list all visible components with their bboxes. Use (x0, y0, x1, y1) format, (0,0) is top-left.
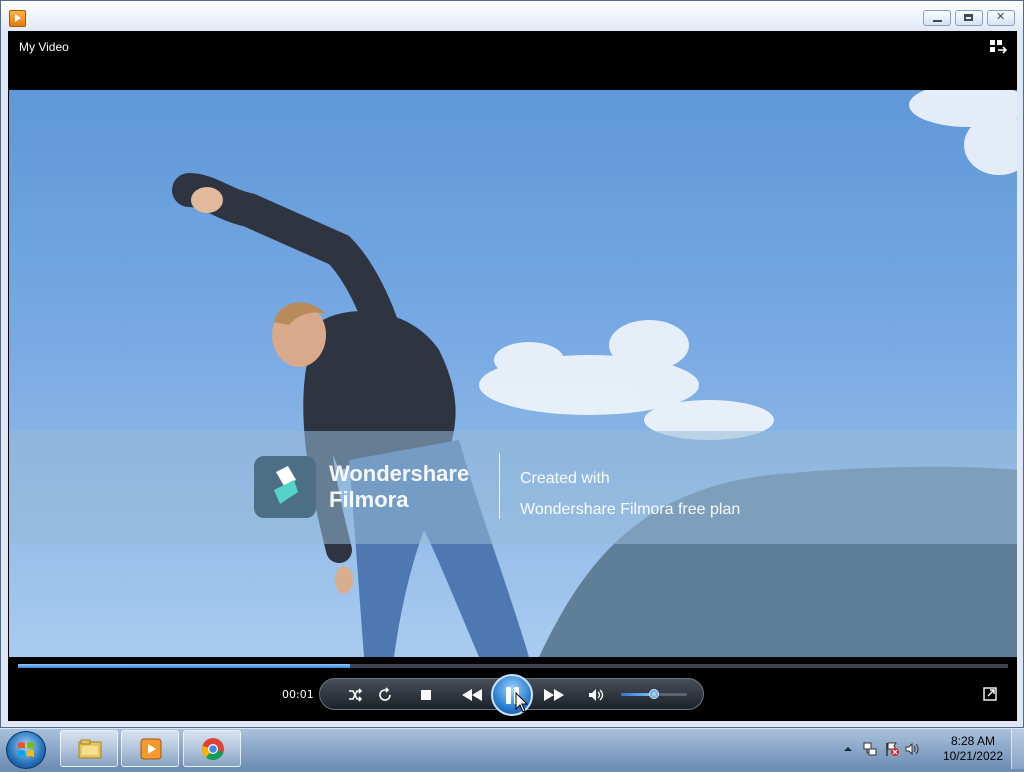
window-buttons (923, 10, 1015, 26)
minimize-button[interactable] (923, 10, 951, 26)
taskbar-clock[interactable]: 8:28 AM 10/21/2022 (943, 734, 1003, 764)
action-center-flag-icon[interactable] (884, 741, 900, 757)
show-hidden-icons-icon[interactable] (840, 741, 856, 757)
taskbar: 8:28 AM 10/21/2022 (0, 728, 1024, 769)
volume-slider[interactable] (621, 689, 687, 699)
windows-logo-icon (18, 742, 34, 757)
media-player-icon (140, 738, 162, 760)
watermark-created-with: Created with Wondershare Filmora free pl… (520, 463, 740, 525)
volume-icon[interactable] (587, 686, 605, 704)
repeat-icon[interactable] (376, 686, 394, 704)
fullscreen-icon[interactable] (983, 687, 997, 701)
seek-bar[interactable] (18, 664, 1008, 668)
show-desktop-button[interactable] (1011, 729, 1024, 769)
title-bar[interactable] (1, 1, 1023, 31)
clock-time: 8:28 AM (950, 734, 995, 748)
video-title: My Video (19, 40, 69, 54)
previous-icon[interactable] (460, 686, 484, 704)
speaker-icon[interactable] (904, 741, 920, 757)
shuffle-icon[interactable] (346, 686, 364, 704)
brand-line-2: Filmora (329, 487, 409, 512)
taskbar-explorer-button[interactable] (60, 730, 118, 767)
mouse-cursor-icon (515, 692, 529, 713)
folder-icon (78, 739, 102, 759)
player-area: My Video Wondershare Filmora Created wit… (8, 31, 1017, 721)
close-button[interactable] (987, 10, 1015, 26)
video-frame[interactable]: Wondershare Filmora Created with Wonders… (9, 90, 1017, 657)
created-line-2: Wondershare Filmora free plan (520, 501, 741, 518)
restore-button[interactable] (955, 10, 983, 26)
media-player-app-icon[interactable] (9, 10, 26, 27)
next-icon[interactable] (542, 686, 566, 704)
clock-date: 10/21/2022 (942, 749, 1003, 763)
watermark-divider (499, 453, 500, 519)
elapsed-time: 00:01 (282, 688, 314, 701)
chrome-icon (202, 738, 224, 760)
seek-progress-fill (18, 664, 350, 668)
taskbar-chrome-button[interactable] (183, 730, 241, 767)
media-player-window: My Video (0, 0, 1024, 728)
created-line-1: Created with (520, 470, 610, 487)
volume-slider-knob[interactable] (649, 689, 659, 699)
video-scene (172, 90, 1017, 657)
watermark-brand: Wondershare Filmora (329, 461, 469, 513)
filmora-logo (254, 456, 316, 518)
start-button[interactable] (6, 731, 46, 769)
transport-controls (319, 674, 704, 716)
watermark-banner: Wondershare Filmora Created with Wonders… (9, 431, 1017, 544)
taskbar-media-player-button[interactable] (121, 730, 179, 767)
system-tray: 8:28 AM 10/21/2022 (834, 729, 1024, 769)
network-icon[interactable] (862, 741, 878, 757)
brand-line-1: Wondershare (329, 461, 470, 486)
switch-to-library-icon[interactable] (989, 39, 1007, 55)
stop-icon[interactable] (417, 686, 435, 704)
